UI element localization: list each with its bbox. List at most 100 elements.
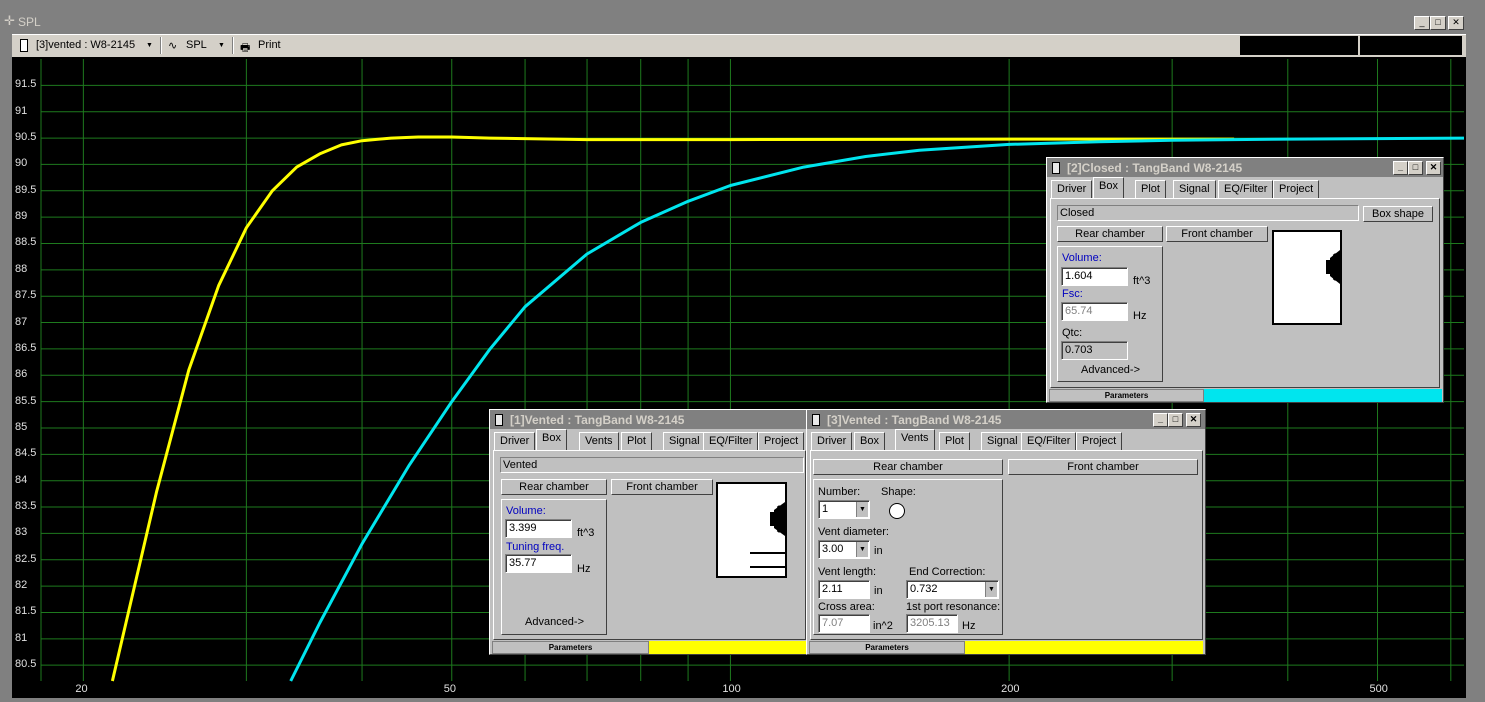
rear-chamber-button[interactable]: Rear chamber: [501, 479, 607, 495]
port-resonance-value: 3205.13: [906, 614, 958, 633]
tab-plot[interactable]: Plot: [621, 432, 652, 450]
y-tick-label: 86.5: [15, 341, 37, 354]
advanced-button[interactable]: Advanced->: [525, 616, 584, 628]
main-title-bar: ✛ SPL _ □ ✕: [0, 0, 1485, 34]
vent-diameter-label: Vent diameter:: [818, 526, 889, 538]
box-type-field: Vented: [500, 457, 804, 473]
dialog-title: [2]Closed : TangBand W8-2145: [1067, 161, 1243, 175]
front-chamber-button[interactable]: Front chamber: [611, 479, 713, 495]
close-button[interactable]: ✕: [1448, 16, 1464, 30]
qtc-value: 0.703: [1061, 341, 1128, 360]
y-tick-label: 88.5: [15, 236, 37, 249]
readout-box-1: [1240, 36, 1358, 55]
status-bar: Parameters: [809, 641, 965, 654]
volume-input[interactable]: 3.399: [505, 519, 572, 538]
tab-eq-filter[interactable]: EQ/Filter: [1021, 432, 1077, 450]
number-value: 1: [822, 503, 829, 515]
rear-chamber-button[interactable]: Rear chamber: [1057, 226, 1163, 242]
close-button[interactable]: ✕: [1186, 413, 1201, 427]
dialog-title-bar[interactable]: [1]Vented : TangBand W8-2145: [490, 410, 808, 429]
tab-box[interactable]: Box: [536, 429, 567, 450]
tab-signal[interactable]: Signal: [1173, 180, 1216, 198]
box-diagram: [716, 482, 787, 578]
mode-select[interactable]: SPL: [186, 39, 207, 51]
close-button[interactable]: ✕: [1426, 161, 1441, 175]
x-tick-label: 100: [722, 683, 741, 695]
box-type-field: Closed: [1057, 205, 1359, 221]
box-shape-button[interactable]: Box shape: [1363, 206, 1433, 222]
x-tick-label: 50: [443, 683, 456, 695]
cross-area-unit: in^2: [873, 620, 893, 632]
chevron-down-icon[interactable]: ▼: [146, 42, 153, 49]
minimize-button[interactable]: _: [1393, 161, 1408, 175]
shape-label: Shape:: [881, 486, 916, 498]
tab-driver[interactable]: Driver: [494, 432, 536, 450]
fsc-unit: Hz: [1133, 310, 1147, 322]
end-correction-select[interactable]: 0.732 ▼: [906, 580, 999, 599]
tab-signal[interactable]: Signal: [981, 432, 1024, 450]
vent-diameter-value: 3.00: [822, 543, 844, 555]
project-select[interactable]: [3]vented : W8-2145: [36, 39, 135, 51]
y-tick-label: 81: [15, 631, 28, 644]
tab-vents[interactable]: Vents: [895, 429, 935, 450]
volume-input[interactable]: 1.604: [1061, 267, 1128, 286]
advanced-button[interactable]: Advanced->: [1081, 364, 1140, 376]
tab-box[interactable]: Box: [1093, 177, 1124, 198]
printer-icon: 🖶: [240, 42, 251, 54]
tab-plot[interactable]: Plot: [939, 432, 970, 450]
vent-length-input[interactable]: 2.11: [818, 580, 870, 599]
minimize-button[interactable]: _: [1153, 413, 1168, 427]
tab-plot[interactable]: Plot: [1135, 180, 1166, 198]
tab-eq-filter[interactable]: EQ/Filter: [1218, 180, 1274, 198]
vent-diameter-unit: in: [874, 545, 883, 557]
divider: [160, 37, 162, 54]
x-tick-label: 200: [1001, 683, 1020, 695]
tab-project[interactable]: Project: [1273, 180, 1320, 198]
toolbar: [3]vented : W8-2145 ▼ ∿ SPL ▼ 🖶 Print: [12, 34, 1466, 58]
vent-diameter-select[interactable]: 3.00 ▼: [818, 540, 870, 559]
maximize-button[interactable]: □: [1430, 16, 1446, 30]
y-tick-label: 87.5: [15, 289, 37, 302]
tab-vents[interactable]: Vents: [579, 432, 619, 450]
maximize-button[interactable]: □: [1408, 161, 1423, 175]
divider: [232, 37, 234, 54]
round-vent-shape-icon[interactable]: [889, 503, 905, 519]
tab-box[interactable]: Box: [854, 432, 885, 450]
tab-driver[interactable]: Driver: [811, 432, 853, 450]
y-tick-label: 89.5: [15, 183, 37, 196]
chevron-down-icon[interactable]: ▼: [856, 542, 868, 557]
tab-driver[interactable]: Driver: [1051, 180, 1093, 198]
y-tick-label: 91: [15, 104, 28, 117]
minimize-button[interactable]: _: [1414, 16, 1430, 30]
dialog-title-bar[interactable]: [2]Closed : TangBand W8-2145 _ □ ✕: [1047, 158, 1443, 177]
y-tick-label: 89: [15, 210, 28, 223]
tuning-input[interactable]: 35.77: [505, 554, 572, 573]
y-tick-label: 82: [15, 579, 28, 592]
dialog-title-bar[interactable]: [3]Vented : TangBand W8-2145 _ □ ✕: [807, 410, 1205, 429]
x-tick-label: 20: [75, 683, 88, 695]
maximize-button[interactable]: □: [1168, 413, 1183, 427]
end-correction-value: 0.732: [910, 583, 938, 595]
chevron-down-icon[interactable]: ▼: [856, 502, 868, 517]
y-tick-label: 83.5: [15, 500, 37, 513]
tuning-unit: Hz: [577, 563, 591, 575]
tab-project[interactable]: Project: [758, 432, 805, 450]
number-select[interactable]: 1 ▼: [818, 500, 870, 519]
volume-label: Volume:: [1062, 252, 1102, 264]
chevron-down-icon[interactable]: ▼: [218, 42, 225, 49]
speaker-icon: [750, 502, 785, 568]
fsc-input: 65.74: [1061, 302, 1128, 321]
tab-project[interactable]: Project: [1076, 432, 1123, 450]
y-tick-label: 90.5: [15, 131, 37, 144]
print-button[interactable]: Print: [258, 39, 281, 51]
rear-chamber-button[interactable]: Rear chamber: [813, 459, 1003, 475]
readout-box-2: [1360, 36, 1462, 55]
tab-signal[interactable]: Signal: [663, 432, 706, 450]
status-bar: Parameters: [492, 641, 649, 654]
port-resonance-unit: Hz: [962, 620, 976, 632]
chevron-down-icon[interactable]: ▼: [985, 582, 997, 597]
tab-eq-filter[interactable]: EQ/Filter: [703, 432, 759, 450]
front-chamber-button[interactable]: Front chamber: [1008, 459, 1198, 475]
cross-area-value: 7.07: [818, 614, 870, 633]
front-chamber-button[interactable]: Front chamber: [1166, 226, 1268, 242]
